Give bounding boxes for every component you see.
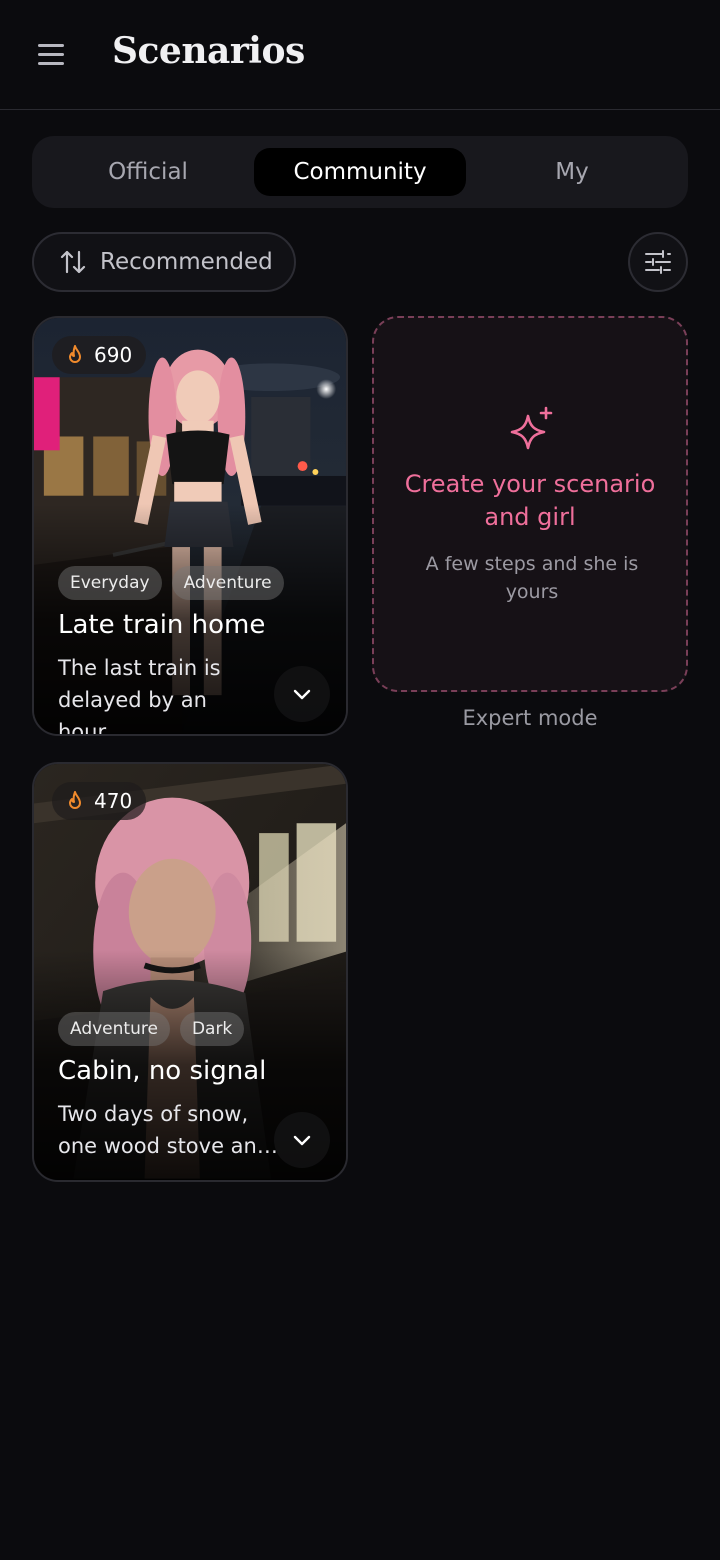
card-title: Late train home <box>58 610 266 640</box>
fire-icon <box>69 791 81 809</box>
card-description-line: delayed by an hour… <box>58 688 207 736</box>
card-title: Cabin, no signal <box>58 1056 267 1086</box>
sort-label: Recommended <box>100 249 273 275</box>
sliders-icon <box>645 250 671 274</box>
card-description-line: The last train is <box>58 656 221 680</box>
tag: Adventure <box>58 1012 170 1046</box>
tag: Dark <box>179 1012 245 1046</box>
create-subtitle-line: A few steps and she is <box>425 553 639 575</box>
create-title: Create your scenario and girl <box>374 468 686 534</box>
popularity-badge: 470 <box>52 782 147 820</box>
sort-button[interactable]: Recommended <box>32 232 296 292</box>
popularity-badge: 690 <box>52 336 147 374</box>
card-description-line: Two days of snow, <box>58 1102 249 1126</box>
popularity-count: 470 <box>94 789 133 813</box>
tab-my[interactable]: My <box>466 148 678 196</box>
create-title-line: Create your scenario <box>404 470 656 498</box>
card-description-line: one wood stove an… <box>58 1134 278 1158</box>
create-subtitle-line: yours <box>505 581 559 603</box>
card-description: Two days of snow, one wood stove an… <box>58 1098 278 1162</box>
menu-icon[interactable] <box>38 42 66 68</box>
tab-official[interactable]: Official <box>42 148 254 196</box>
tag-list: Adventure Dark <box>58 1012 245 1046</box>
fire-icon <box>69 345 81 363</box>
sparkle-icon <box>510 406 553 450</box>
tag: Adventure <box>171 566 284 600</box>
app-header: Scenarios <box>0 0 720 110</box>
chevron-down-icon <box>293 1135 311 1146</box>
create-title-line: and girl <box>484 503 576 531</box>
expand-button[interactable] <box>274 666 330 722</box>
filter-button[interactable] <box>628 232 688 292</box>
scenario-tabs: Official Community My <box>32 136 688 208</box>
expert-mode-link[interactable]: Expert mode <box>372 706 688 730</box>
scenario-card[interactable]: 690 Everyday Adventure Late train home T… <box>32 316 348 736</box>
popularity-count: 690 <box>94 343 133 367</box>
create-subtitle: A few steps and she is yours <box>404 550 660 606</box>
tab-community[interactable]: Community <box>254 148 466 196</box>
chevron-down-icon <box>293 689 311 700</box>
tag-list: Everyday Adventure <box>58 566 284 600</box>
create-scenario-card[interactable]: Create your scenario and girl A few step… <box>372 316 688 692</box>
tag: Everyday <box>58 566 162 600</box>
sort-arrows-icon <box>60 250 86 274</box>
expand-button[interactable] <box>274 1112 330 1168</box>
card-description: The last train is delayed by an hour… <box>58 652 278 736</box>
page-title: Scenarios <box>112 30 305 72</box>
scenario-card[interactable]: 470 Adventure Dark Cabin, no signal Two … <box>32 762 348 1182</box>
